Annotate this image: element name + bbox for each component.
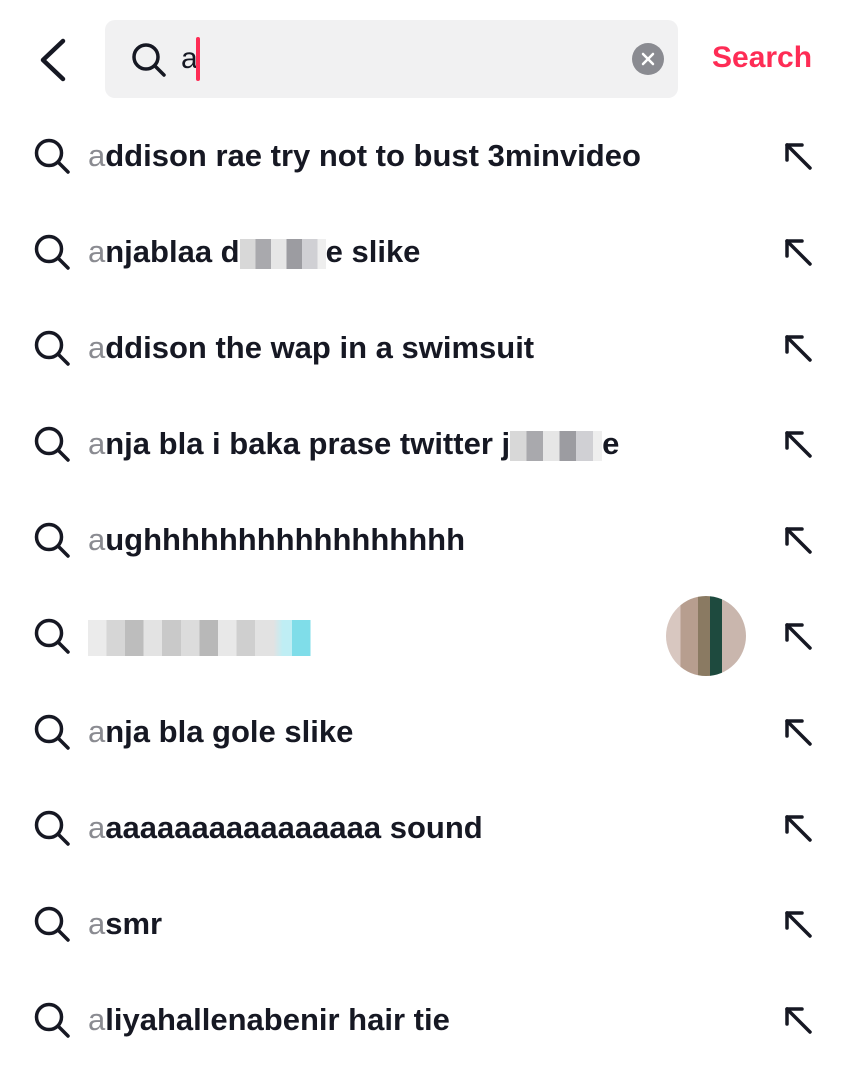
suggestion-row[interactable]: aughhhhhhhhhhhhhhhhh	[0, 492, 850, 588]
search-icon	[34, 330, 70, 366]
arrow-up-left-icon[interactable]	[780, 810, 816, 846]
matched-prefix: a	[88, 426, 106, 461]
suggestion-rest: ughhhhhhhhhhhhhhhhh	[105, 522, 466, 557]
suggestion-rest: e slike	[325, 234, 421, 269]
search-icon	[34, 234, 70, 270]
redacted-text	[510, 430, 603, 461]
search-button[interactable]: Search	[712, 38, 812, 78]
suggestion-rest: smr	[105, 906, 163, 941]
matched-prefix: a	[88, 906, 106, 941]
suggestion-row[interactable]: aliyahallenabenir hair tie	[0, 972, 850, 1068]
search-icon	[34, 906, 70, 942]
matched-prefix: a	[88, 810, 106, 845]
suggestion-rest: nja bla i baka prase twitter j	[105, 426, 511, 461]
suggestion-row[interactable]: aaaaaaaaaaaaaaaaa sound	[0, 780, 850, 876]
suggestion-rest: liyahallenabenir hair tie	[105, 1002, 450, 1037]
suggestion-rest: aaaaaaaaaaaaaaaa sound	[105, 810, 483, 845]
suggestion-text: anja bla gole slike	[88, 710, 353, 754]
suggestion-row[interactable]: anjablaa d e slike	[0, 204, 850, 300]
matched-prefix: a	[88, 522, 106, 557]
suggestion-rest: njablaa d	[105, 234, 240, 269]
suggestion-rest: ddison rae try not to bust 3minvideo	[105, 138, 641, 173]
arrow-up-left-icon[interactable]	[780, 330, 816, 366]
matched-prefix: a	[88, 138, 106, 173]
suggestion-text: addison rae try not to bust 3minvideo	[88, 134, 641, 178]
suggestion-text: anjablaa d e slike	[88, 230, 420, 274]
chevron-left-icon	[40, 38, 66, 82]
suggestion-row[interactable]: anja bla i baka prase twitter j e	[0, 396, 850, 492]
suggestion-text: aliyahallenabenir hair tie	[88, 998, 450, 1042]
arrow-up-left-icon[interactable]	[780, 906, 816, 942]
arrow-up-left-icon[interactable]	[780, 426, 816, 462]
arrow-up-left-icon[interactable]	[780, 138, 816, 174]
redacted-text	[239, 238, 326, 269]
avatar	[666, 596, 746, 676]
suggestion-rest: nja bla gole slike	[105, 714, 354, 749]
matched-prefix: a	[88, 714, 106, 749]
arrow-up-left-icon[interactable]	[780, 234, 816, 270]
clear-button[interactable]	[632, 43, 664, 75]
suggestion-row[interactable]: addison the wap in a swimsuit	[0, 300, 850, 396]
suggestion-row[interactable]: anja bla gole slike	[0, 684, 850, 780]
search-icon	[34, 714, 70, 750]
suggestion-text: addison the wap in a swimsuit	[88, 326, 534, 370]
suggestion-text: anja bla i baka prase twitter j e	[88, 422, 619, 466]
redacted-text	[88, 619, 320, 656]
suggestion-text: asmr	[88, 902, 162, 946]
arrow-up-left-icon[interactable]	[780, 618, 816, 654]
search-icon	[34, 618, 70, 654]
search-icon	[34, 1002, 70, 1038]
close-icon	[641, 52, 655, 66]
arrow-up-left-icon[interactable]	[780, 1002, 816, 1038]
search-icon	[34, 522, 70, 558]
suggestion-row[interactable]: asmr	[0, 876, 850, 972]
arrow-up-left-icon[interactable]	[780, 522, 816, 558]
search-icon	[132, 43, 166, 77]
suggestion-text: aaaaaaaaaaaaaaaaa sound	[88, 806, 483, 850]
arrow-up-left-icon[interactable]	[780, 714, 816, 750]
suggestion-text	[88, 614, 320, 658]
text-cursor	[196, 37, 200, 81]
matched-prefix: a	[88, 234, 106, 269]
back-button[interactable]	[28, 32, 76, 88]
suggestion-row[interactable]: addison rae try not to bust 3minvideo	[0, 108, 850, 204]
suggestion-rest: e	[602, 426, 620, 461]
suggestion-text: aughhhhhhhhhhhhhhhhh	[88, 518, 465, 562]
search-icon	[34, 426, 70, 462]
search-icon	[34, 138, 70, 174]
search-header: a Search	[0, 0, 850, 110]
matched-prefix: a	[88, 330, 106, 365]
suggestion-rest: ddison the wap in a swimsuit	[105, 330, 535, 365]
matched-prefix: a	[88, 1002, 106, 1037]
search-icon	[34, 810, 70, 846]
